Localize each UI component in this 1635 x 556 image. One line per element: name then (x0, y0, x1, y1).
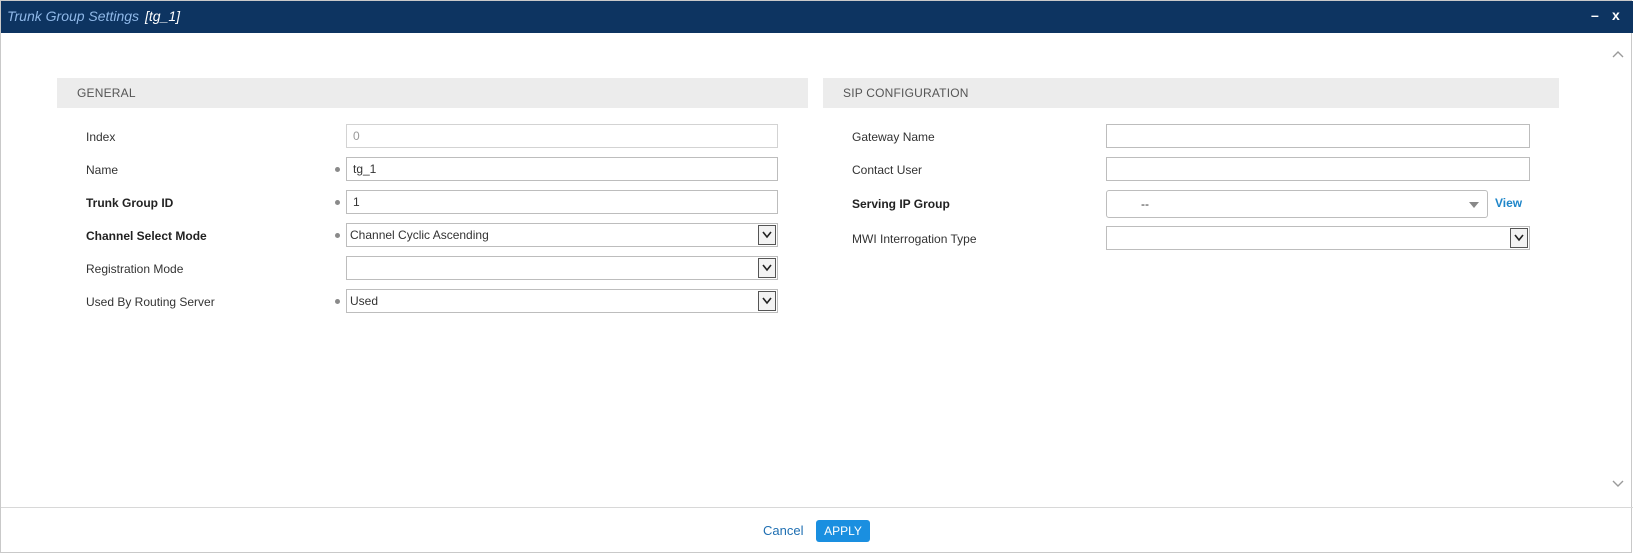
channel-select-mode-select[interactable]: Channel Cyclic Ascending (346, 223, 778, 247)
serving-ip-group-label: Serving IP Group (852, 197, 950, 211)
scroll-down-icon[interactable] (1611, 477, 1625, 491)
registration-mode-label: Registration Mode (86, 262, 184, 276)
chevron-down-icon[interactable] (758, 291, 776, 311)
dialog-title: Trunk Group Settings [tg_1] (7, 8, 180, 24)
channel-select-mode-label: Channel Select Mode (86, 229, 207, 243)
contact-user-label: Contact User (852, 163, 923, 177)
required-indicator (335, 233, 340, 238)
registration-mode-select[interactable] (346, 256, 778, 280)
close-button[interactable]: x (1612, 7, 1620, 23)
caret-down-icon (1469, 202, 1479, 208)
name-label: Name (86, 163, 119, 177)
index-field: 0 (346, 124, 778, 148)
required-indicator (335, 167, 340, 172)
trunk-group-settings-dialog: Trunk Group Settings [tg_1] – x GENERAL I… (0, 0, 1633, 553)
trunk-group-id-field[interactable]: 1 (346, 190, 778, 214)
scroll-up-icon[interactable] (1611, 47, 1625, 61)
chevron-down-icon[interactable] (1510, 228, 1528, 248)
apply-button[interactable]: APPLY (816, 520, 870, 542)
dialog-subtitle: [tg_1] (145, 8, 181, 24)
footer-divider (1, 507, 1633, 508)
index-label: Index (86, 130, 116, 144)
chevron-down-icon[interactable] (758, 258, 776, 278)
required-indicator (335, 299, 340, 304)
used-by-routing-server-select[interactable]: Used (346, 289, 778, 313)
name-field[interactable]: tg_1 (346, 157, 778, 181)
mwi-interrogation-type-label: MWI Interrogation Type (852, 232, 977, 246)
cancel-button[interactable]: Cancel (763, 523, 803, 538)
required-indicator (335, 200, 340, 205)
gateway-name-label: Gateway Name (852, 130, 935, 144)
serving-ip-group-select[interactable]: -- (1106, 190, 1488, 218)
trunk-group-id-label: Trunk Group ID (86, 196, 174, 210)
channel-select-mode-value: Channel Cyclic Ascending (350, 228, 489, 242)
general-section-header: GENERAL (57, 78, 808, 108)
used-by-routing-server-value: Used (350, 294, 379, 308)
sip-configuration-section-header: SIP CONFIGURATION (823, 78, 1559, 108)
chevron-down-icon[interactable] (758, 225, 776, 245)
minimize-button[interactable]: – (1591, 7, 1599, 23)
dialog-title-text: Trunk Group Settings (7, 8, 140, 24)
gateway-name-field[interactable] (1106, 124, 1530, 148)
used-by-routing-server-label: Used By Routing Server (86, 295, 215, 309)
serving-ip-group-value: -- (1141, 197, 1149, 211)
mwi-interrogation-type-select[interactable] (1106, 226, 1530, 250)
contact-user-field[interactable] (1106, 157, 1530, 181)
dialog-titlebar: Trunk Group Settings [tg_1] – x (1, 1, 1633, 33)
view-serving-ip-group-link[interactable]: View (1495, 196, 1522, 210)
